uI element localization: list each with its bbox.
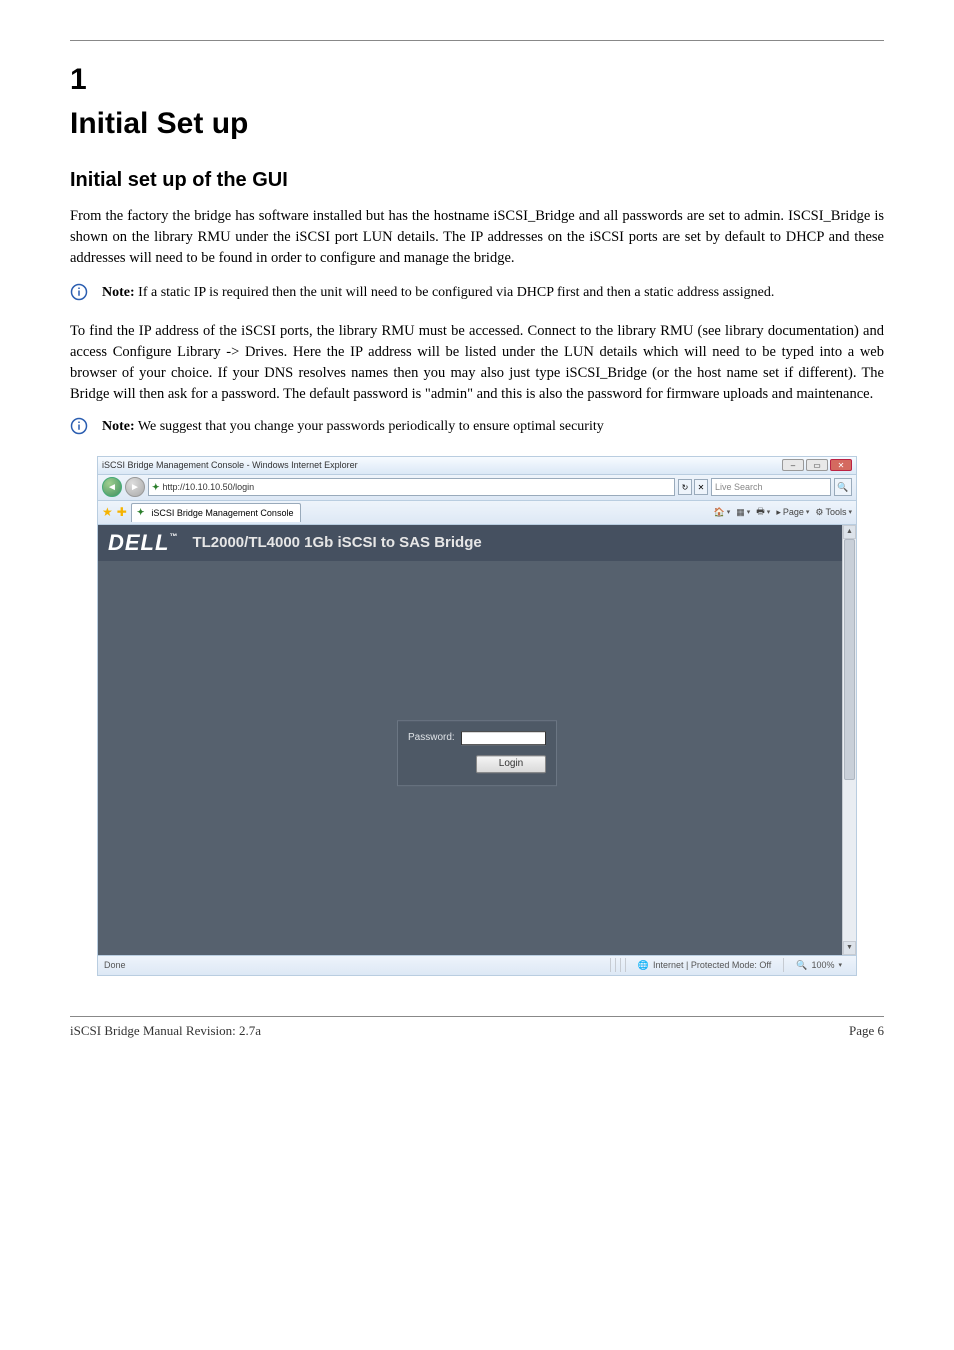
note-2-label: Note: xyxy=(102,419,135,434)
zoom-value: 100% xyxy=(811,960,834,970)
scroll-down-button[interactable]: ▼ xyxy=(843,941,856,955)
vertical-scrollbar[interactable]: ▲ ▼ xyxy=(842,525,856,955)
address-bar[interactable]: ✦ http://10.10.10.50/login xyxy=(148,478,675,496)
add-favorites-icon[interactable]: ✚ xyxy=(117,505,127,519)
scroll-track[interactable] xyxy=(843,539,856,941)
print-button[interactable]: 🖶▾ xyxy=(756,504,770,520)
password-input[interactable] xyxy=(461,731,546,745)
page-menu[interactable]: ▸ Page▾ xyxy=(776,507,809,518)
scroll-thumb[interactable] xyxy=(844,539,855,780)
browser-tab[interactable]: ✦ iSCSI Bridge Management Console xyxy=(131,503,301,522)
note-1: Note: If a static IP is required then th… xyxy=(70,283,884,303)
dell-logo: DELL™ xyxy=(108,530,178,556)
note-1-label: Note: xyxy=(102,285,135,300)
back-button[interactable]: ◄ xyxy=(102,477,122,497)
note-2-text: Note: We suggest that you change your pa… xyxy=(102,417,604,437)
tab-title: iSCSI Bridge Management Console xyxy=(151,508,293,518)
brand-bar: DELL™ TL2000/TL4000 1Gb iSCSI to SAS Bri… xyxy=(98,525,856,561)
page-viewport: DELL™ TL2000/TL4000 1Gb iSCSI to SAS Bri… xyxy=(98,525,856,955)
intro-paragraph-2: To find the IP address of the iSCSI port… xyxy=(70,321,884,405)
page-footer: iSCSI Bridge Manual Revision: 2.7a Page … xyxy=(70,1016,884,1039)
info-icon xyxy=(70,283,92,303)
address-url: http://10.10.10.50/login xyxy=(163,482,255,492)
section-title: Initial set up of the GUI xyxy=(70,169,884,192)
search-input[interactable]: Live Search xyxy=(711,478,831,496)
window-title: iSCSI Bridge Management Console - Window… xyxy=(102,460,358,470)
forward-button[interactable]: ► xyxy=(125,477,145,497)
login-button[interactable]: Login xyxy=(476,755,546,773)
globe-icon: 🌐 xyxy=(638,960,649,971)
home-button[interactable]: 🏠▾ xyxy=(714,507,731,518)
footer-right: Page 6 xyxy=(849,1023,884,1039)
status-left: Done xyxy=(104,960,126,970)
zoom-control[interactable]: 🔍 100% ▾ xyxy=(788,960,850,971)
security-zone[interactable]: 🌐 Internet | Protected Mode: Off xyxy=(630,960,779,971)
intro-paragraph-1: From the factory the bridge has software… xyxy=(70,206,884,269)
note-2-body: We suggest that you change your password… xyxy=(135,419,604,434)
tools-menu[interactable]: ⚙ Tools▾ xyxy=(815,507,852,518)
ssl-icon: ✦ xyxy=(152,482,160,493)
favorites-icon[interactable]: ★ xyxy=(102,505,113,519)
info-icon xyxy=(70,417,92,437)
stop-button[interactable]: ✕ xyxy=(694,479,708,495)
chapter-number: 1 xyxy=(70,63,884,97)
note-1-body: If a static IP is required then the unit… xyxy=(135,285,775,300)
password-label: Password: xyxy=(408,732,455,743)
status-bar: Done 🌐 Internet | Protected Mode: Off 🔍 … xyxy=(98,955,856,975)
scroll-up-button[interactable]: ▲ xyxy=(843,525,856,539)
window-close-button[interactable]: ✕ xyxy=(830,459,852,471)
note-2: Note: We suggest that you change your pa… xyxy=(70,417,884,437)
chapter-title: Initial Set up xyxy=(70,107,884,141)
zone-text: Internet | Protected Mode: Off xyxy=(653,960,771,970)
login-panel: Password: Login xyxy=(397,720,557,786)
tab-favicon-icon: ✦ xyxy=(137,507,145,518)
search-placeholder: Live Search xyxy=(715,482,763,492)
footer-left: iSCSI Bridge Manual Revision: 2.7a xyxy=(70,1023,261,1039)
note-1-text: Note: If a static IP is required then th… xyxy=(102,283,774,303)
top-rule xyxy=(70,40,884,41)
refresh-button[interactable]: ↻ xyxy=(678,479,692,495)
window-maximize-button[interactable]: ▭ xyxy=(806,459,828,471)
product-title: TL2000/TL4000 1Gb iSCSI to SAS Bridge xyxy=(192,534,481,551)
tab-toolbar: ★ ✚ ✦ iSCSI Bridge Management Console 🏠▾… xyxy=(98,501,856,525)
browser-window: iSCSI Bridge Management Console - Window… xyxy=(97,456,857,976)
window-titlebar: iSCSI Bridge Management Console - Window… xyxy=(98,457,856,475)
search-button[interactable]: 🔍 xyxy=(834,478,852,496)
nav-toolbar: ◄ ► ✦ http://10.10.10.50/login ↻ ✕ Live … xyxy=(98,475,856,501)
window-minimize-button[interactable]: – xyxy=(782,459,804,471)
feeds-button[interactable]: ▦▾ xyxy=(736,507,750,518)
